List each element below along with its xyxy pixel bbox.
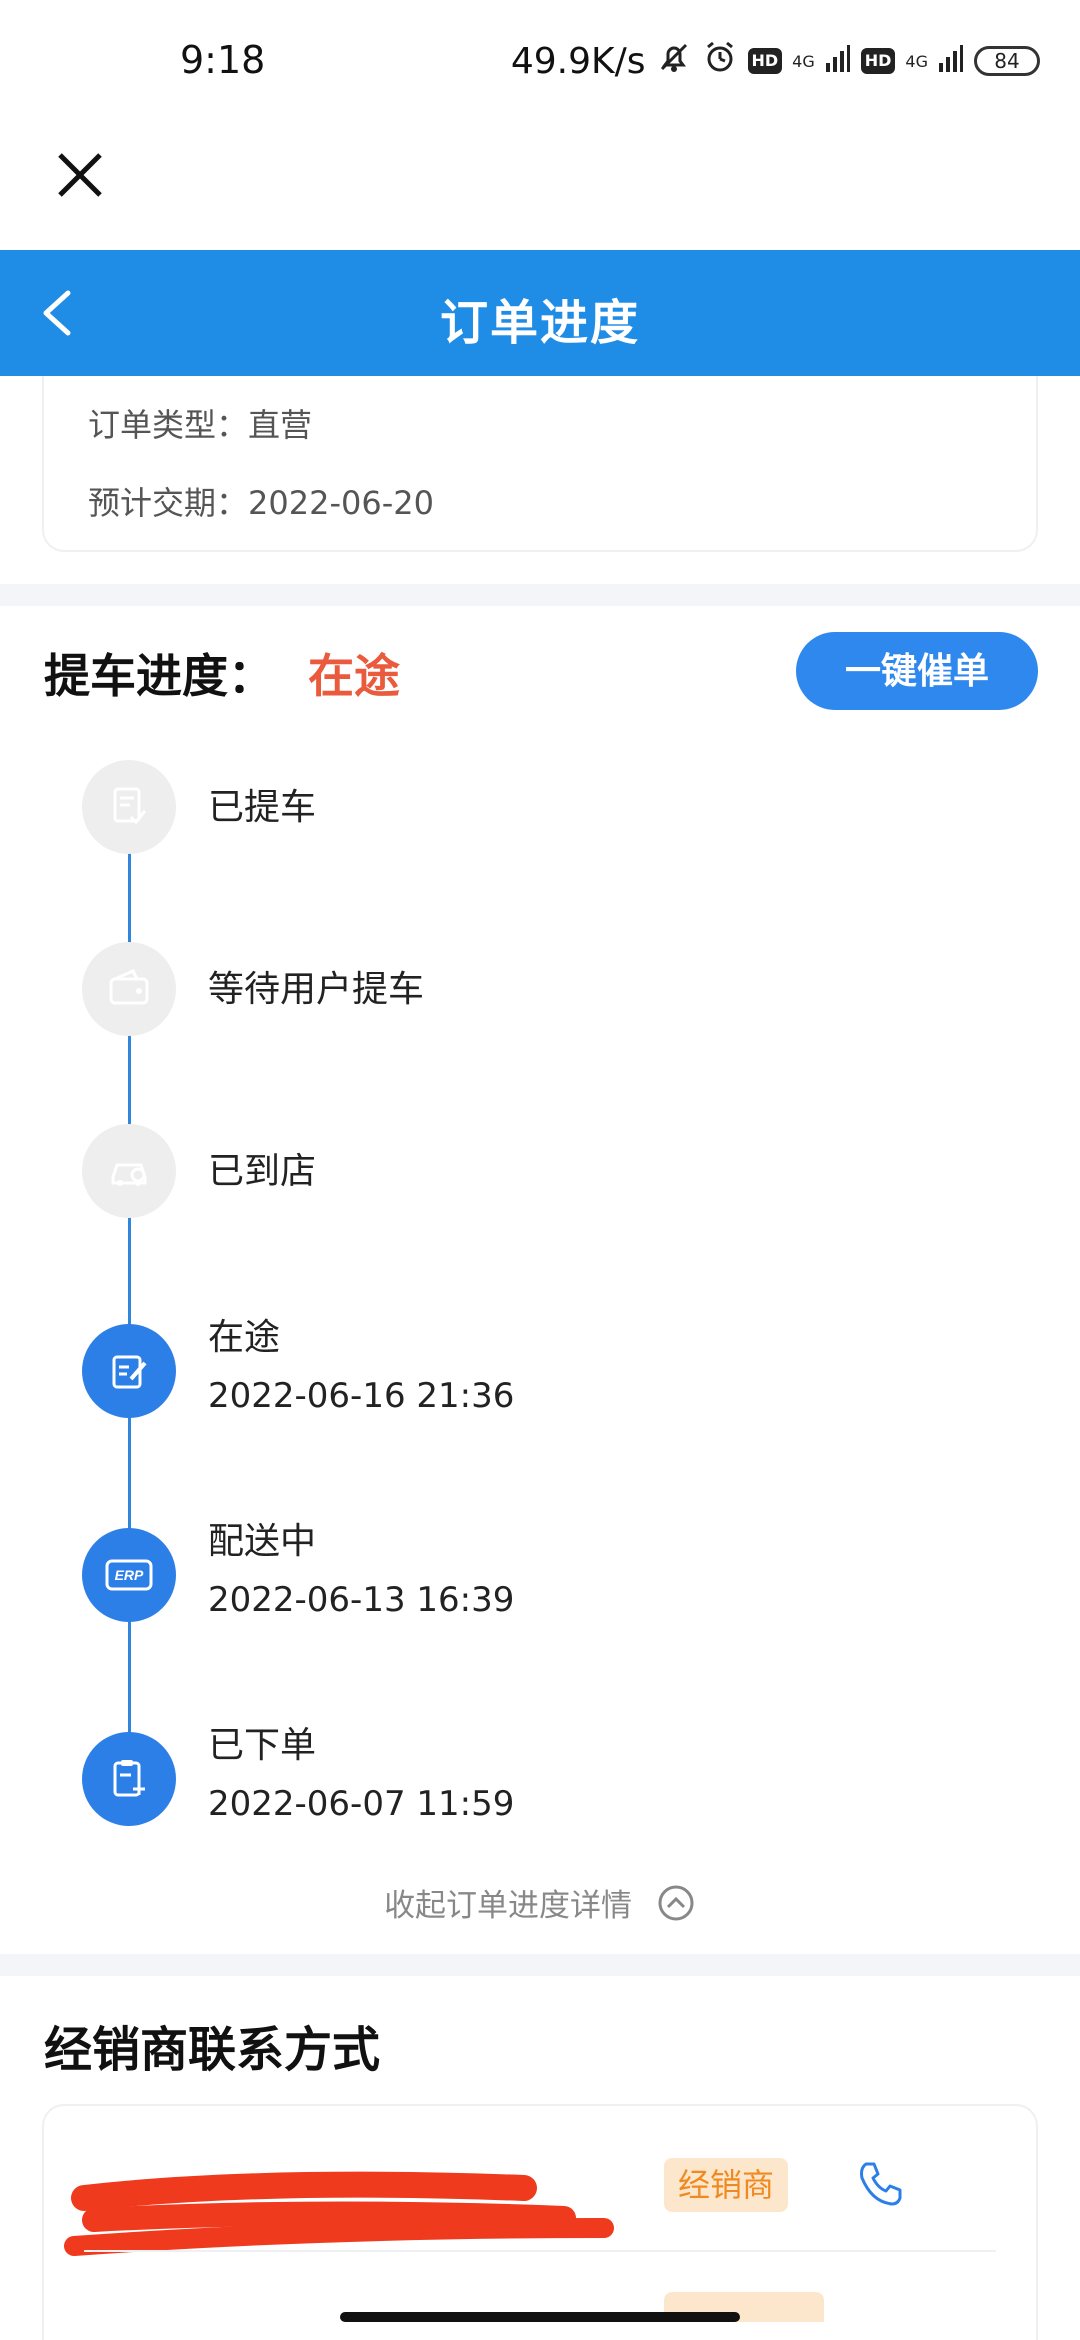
collapse-progress-toggle[interactable]: 收起订单进度详情	[0, 1880, 1080, 1925]
net-speed: 49.9K/s	[510, 40, 646, 82]
signal-icon: 4G	[792, 51, 815, 71]
order-info-card: 订单类型：直营 预计交期：2022-06-20	[42, 376, 1038, 552]
step-label: 在途	[208, 1317, 281, 1358]
section-divider	[0, 1954, 1080, 1976]
step-time: 2022-06-16 21:36	[208, 1376, 515, 1416]
chevron-up-icon	[656, 1883, 696, 1923]
status-icons: 49.9K/s HD 4G HD 4G 84	[511, 36, 1040, 86]
expected-delivery: 预计交期：2022-06-20	[88, 484, 434, 522]
alarm-icon	[702, 39, 738, 84]
close-icon	[58, 153, 102, 197]
signal-bars-icon-2	[938, 41, 964, 82]
status-bar: 9:18 49.9K/s HD 4G HD 4G 84	[0, 0, 1080, 120]
step-label: 已到店	[208, 1151, 317, 1192]
erp-icon: ERP	[82, 1528, 176, 1622]
clipboard-add-icon	[82, 1732, 176, 1826]
dealer-card: 经销商	[42, 2104, 1038, 2340]
step-label: 已提车	[208, 787, 317, 828]
step-label: 已下单	[208, 1725, 317, 1766]
webview-toolbar	[0, 120, 1080, 250]
page-header: 订单进度	[0, 250, 1080, 376]
step-label: 配送中	[208, 1521, 317, 1562]
order-type: 订单类型：直营	[88, 406, 313, 444]
signal-icon-2: 4G	[905, 51, 928, 71]
page-title: 订单进度	[439, 295, 640, 351]
progress-title: 提车进度：	[44, 649, 274, 703]
progress-status: 在途	[308, 649, 400, 703]
dealer-name-redacted	[64, 2158, 644, 2256]
svg-text:ERP: ERP	[115, 1567, 144, 1583]
dealer-section-title: 经销商联系方式	[44, 2022, 381, 2078]
document-check-icon	[82, 760, 176, 854]
step-time: 2022-06-13 16:39	[208, 1580, 515, 1620]
battery-icon: 84	[974, 46, 1040, 76]
hd-badge-2: HD	[860, 48, 896, 74]
section-divider	[0, 584, 1080, 606]
home-indicator[interactable]	[340, 2312, 740, 2322]
step-time: 2022-06-07 11:59	[208, 1784, 515, 1824]
mute-bell-icon	[656, 39, 692, 84]
divider	[84, 2250, 996, 2252]
status-time: 9:18	[180, 38, 266, 82]
dealer-tag: 经销商	[664, 2158, 789, 2212]
car-store-icon	[82, 1124, 176, 1218]
close-button[interactable]	[50, 145, 110, 205]
collapse-label: 收起订单进度详情	[384, 1888, 633, 1924]
hd-badge: HD	[747, 48, 783, 74]
step-label: 等待用户提车	[208, 969, 425, 1010]
urge-order-button[interactable]: 一键催单	[796, 632, 1038, 710]
redaction-scribble	[64, 2171, 614, 2256]
edit-note-icon	[82, 1324, 176, 1418]
phone-icon	[860, 2162, 902, 2206]
call-button[interactable]	[852, 2156, 908, 2212]
signal-bars-icon	[825, 41, 851, 82]
wallet-icon	[82, 942, 176, 1036]
